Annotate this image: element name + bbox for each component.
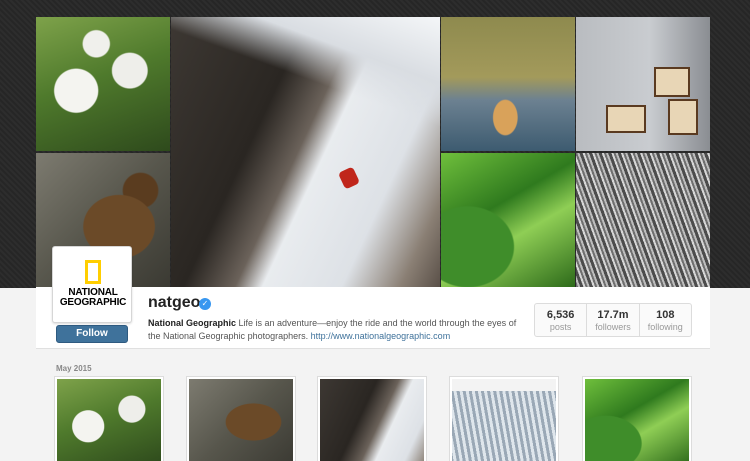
bio-website-link[interactable]: http://www.nationalgeographic.com	[311, 331, 451, 341]
feed-thumbnail[interactable]	[318, 377, 426, 461]
cover-mosaic	[36, 17, 710, 287]
feed-thumbnail[interactable]	[187, 377, 295, 461]
profile-bio: National Geographic Life is an adventure…	[148, 317, 528, 343]
stat-following[interactable]: 108 following	[640, 304, 691, 336]
follow-button[interactable]: Follow	[56, 325, 128, 343]
stat-followers[interactable]: 17.7m followers	[587, 304, 640, 336]
climber-figure	[337, 166, 361, 190]
profile-username[interactable]: natgeo	[148, 294, 200, 312]
cover-photo-car-vendor[interactable]	[576, 17, 710, 151]
verified-badge-icon: ✓	[199, 298, 211, 310]
stat-label: following	[647, 322, 683, 332]
feed-month-label: May 2015	[56, 364, 92, 373]
cover-photo-green-hills[interactable]	[441, 153, 575, 287]
profile-avatar[interactable]: NATIONAL GEOGRAPHIC	[52, 246, 132, 323]
cover-photo-mudflats[interactable]	[576, 153, 710, 287]
feed-thumbnail[interactable]	[583, 377, 691, 461]
cover-photo-pandas[interactable]	[36, 17, 170, 151]
painting-frame	[606, 105, 646, 133]
stat-value: 108	[656, 309, 675, 321]
avatar-logo-text: NATIONAL GEOGRAPHIC	[59, 287, 127, 308]
stat-label: followers	[595, 322, 631, 332]
natgeo-logo-icon	[85, 260, 101, 284]
stat-value: 6,536	[546, 309, 575, 321]
feed-thumbnail[interactable]	[450, 377, 558, 461]
stat-value: 17.7m	[597, 309, 629, 321]
cover-photo-lion[interactable]	[441, 17, 575, 151]
cover-photo-climber[interactable]	[171, 17, 440, 287]
painting-frame	[668, 99, 698, 135]
bio-full-name: National Geographic	[148, 318, 237, 328]
painting-frame	[654, 67, 690, 97]
stat-label: posts	[549, 322, 572, 332]
feed-thumbnail[interactable]	[55, 377, 163, 461]
stat-posts[interactable]: 6,536 posts	[535, 304, 588, 336]
profile-stats: 6,536 posts 17.7m followers 108 followin…	[534, 303, 692, 337]
